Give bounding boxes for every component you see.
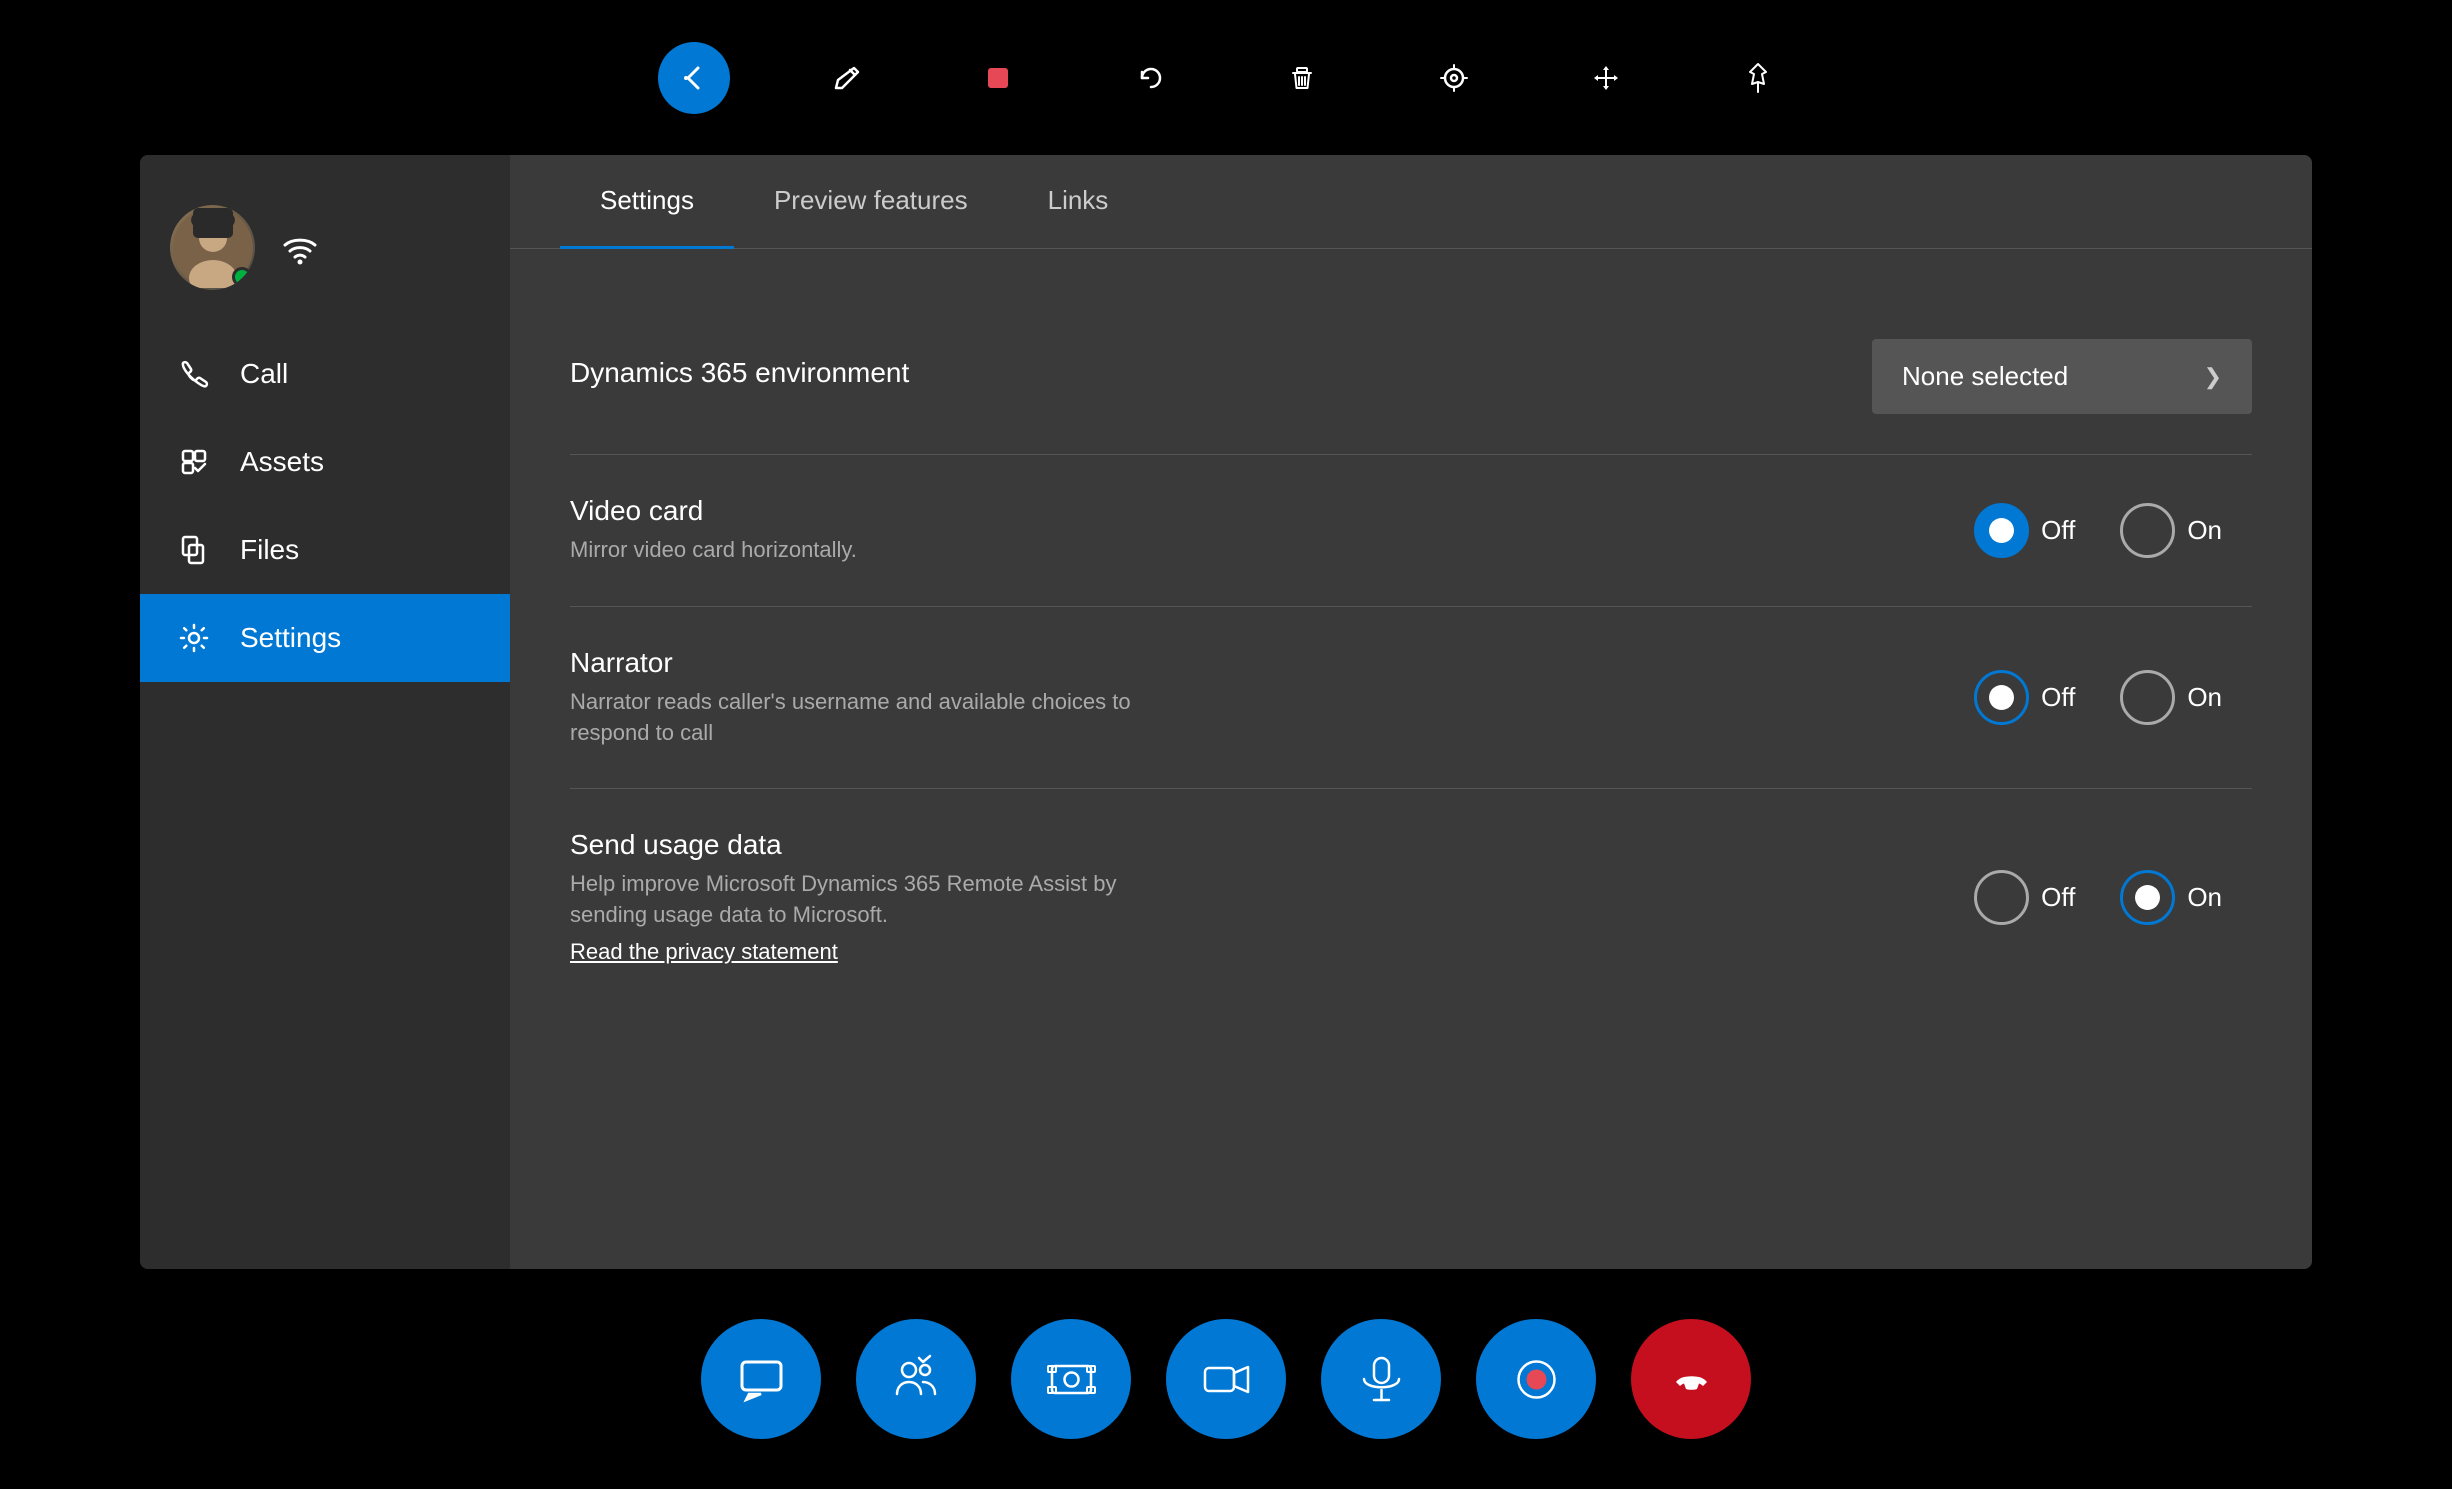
narrator-row: Narrator Narrator reads caller's usernam… <box>570 607 2252 790</box>
target-button[interactable] <box>1418 42 1490 114</box>
settings-content: Dynamics 365 environment None selected ❯… <box>510 249 2312 1269</box>
dynamics-setting-row: Dynamics 365 environment None selected ❯ <box>570 299 2252 455</box>
chevron-icon: ❯ <box>2204 364 2222 390</box>
delete-button[interactable] <box>1266 42 1338 114</box>
tab-settings[interactable]: Settings <box>560 155 734 249</box>
privacy-link[interactable]: Read the privacy statement <box>570 939 838 965</box>
video-card-label: Video card Mirror video card horizontall… <box>570 495 1974 566</box>
settings-icon <box>175 619 215 657</box>
dynamics-controls: None selected ❯ <box>1872 339 2252 414</box>
narrator-off-radio[interactable] <box>1974 670 2029 725</box>
top-toolbar <box>0 0 2452 155</box>
files-label: Files <box>240 534 299 566</box>
tab-links[interactable]: Links <box>1008 155 1149 249</box>
usage-off-radio[interactable] <box>1974 870 2029 925</box>
video-on-radio[interactable] <box>2120 503 2175 558</box>
usage-data-controls: Off On <box>1974 870 2252 925</box>
assets-icon <box>175 443 215 481</box>
sidebar-item-assets[interactable]: Assets <box>140 418 510 506</box>
wifi-icon <box>275 223 325 273</box>
pin-button[interactable] <box>1722 42 1794 114</box>
dynamics-value: None selected <box>1902 361 2068 392</box>
bottom-toolbar <box>0 1269 2452 1489</box>
assets-label: Assets <box>240 446 324 478</box>
sidebar: Call Assets <box>140 155 510 1269</box>
main-area: Call Assets <box>140 155 2312 1269</box>
tabs: Settings Preview features Links <box>510 155 2312 249</box>
status-indicator <box>232 267 252 287</box>
video-off-option[interactable]: Off <box>1974 503 2105 558</box>
narrator-label: Narrator Narrator reads caller's usernam… <box>570 647 1974 749</box>
pen-button[interactable] <box>810 42 882 114</box>
sidebar-item-call[interactable]: Call <box>140 330 510 418</box>
undo-button[interactable] <box>1114 42 1186 114</box>
video-button[interactable] <box>1166 1319 1286 1439</box>
usage-on-option[interactable]: On <box>2120 870 2252 925</box>
narrator-controls: Off On <box>1974 670 2252 725</box>
call-icon <box>175 355 215 393</box>
avatar <box>170 205 255 290</box>
video-on-option[interactable]: On <box>2120 503 2252 558</box>
screenshot-button[interactable] <box>1011 1319 1131 1439</box>
narrator-off-option[interactable]: Off <box>1974 670 2105 725</box>
sidebar-item-settings[interactable]: Settings <box>140 594 510 682</box>
record-button[interactable] <box>1476 1319 1596 1439</box>
user-section <box>140 185 510 330</box>
move-button[interactable] <box>1570 42 1642 114</box>
chat-button[interactable] <box>701 1319 821 1439</box>
usage-radio-dot <box>2135 885 2160 910</box>
mic-button[interactable] <box>1321 1319 1441 1439</box>
content-panel: Settings Preview features Links Dynamics… <box>510 155 2312 1269</box>
narrator-radio-dot <box>1989 685 2014 710</box>
usage-off-option[interactable]: Off <box>1974 870 2105 925</box>
video-off-radio[interactable] <box>1974 503 2029 558</box>
tab-preview[interactable]: Preview features <box>734 155 1008 249</box>
back-button[interactable] <box>658 42 730 114</box>
settings-label: Settings <box>240 622 341 654</box>
usage-data-row: Send usage data Help improve Microsoft D… <box>570 789 2252 1005</box>
radio-inner-dot <box>1989 518 2014 543</box>
files-icon <box>175 531 215 569</box>
stop-button[interactable] <box>962 42 1034 114</box>
usage-on-radio[interactable] <box>2120 870 2175 925</box>
video-card-controls: Off On <box>1974 503 2252 558</box>
call-label: Call <box>240 358 288 390</box>
usage-data-label: Send usage data Help improve Microsoft D… <box>570 829 1974 965</box>
narrator-on-radio[interactable] <box>2120 670 2175 725</box>
end-call-button[interactable] <box>1631 1319 1751 1439</box>
dynamics-label: Dynamics 365 environment <box>570 357 1872 397</box>
sidebar-item-files[interactable]: Files <box>140 506 510 594</box>
participants-button[interactable] <box>856 1319 976 1439</box>
nav-items: Call Assets <box>140 330 510 1269</box>
dynamics-dropdown[interactable]: None selected ❯ <box>1872 339 2252 414</box>
narrator-on-option[interactable]: On <box>2120 670 2252 725</box>
video-card-row: Video card Mirror video card horizontall… <box>570 455 2252 607</box>
